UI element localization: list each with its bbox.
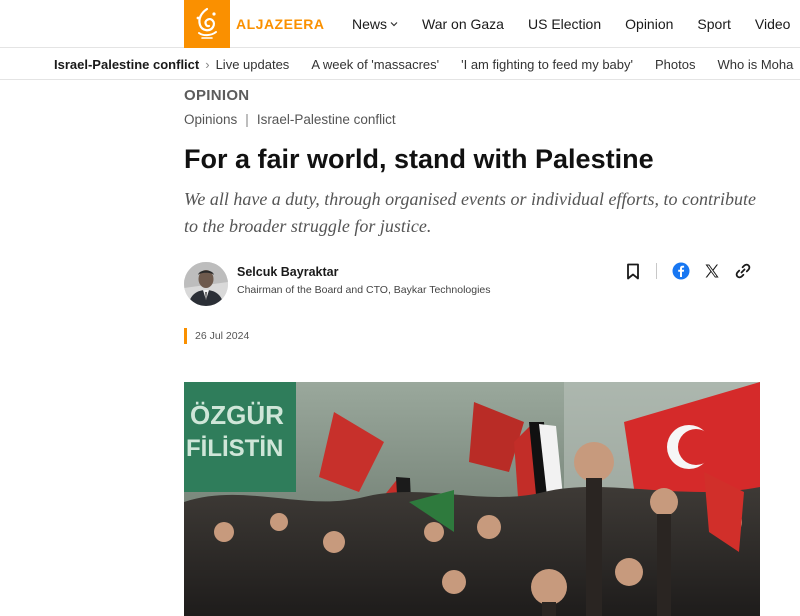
date-text: 26 Jul 2024	[195, 330, 250, 342]
nav-item-label: News	[352, 16, 388, 32]
nav-item-news[interactable]: News	[352, 16, 398, 32]
bookmark-icon[interactable]	[622, 262, 644, 280]
sign-text-2: FİLİSTİN	[186, 435, 283, 462]
nav-item-opinion[interactable]: Opinion	[625, 16, 673, 32]
breadcrumb-opinions[interactable]: Opinions	[184, 112, 237, 127]
x-icon[interactable]	[701, 262, 723, 280]
topic-title[interactable]: Israel-Palestine conflict	[54, 57, 199, 72]
date-accent-bar	[184, 328, 187, 344]
chevron-down-icon	[390, 19, 398, 29]
top-navigation: ALJAZEERA News War on Gaza US Election O…	[0, 0, 800, 48]
breadcrumb-israel-palestine[interactable]: Israel-Palestine conflict	[257, 112, 396, 127]
topic-bar: Israel-Palestine conflict › Live updates…	[0, 48, 800, 80]
article-headline: For a fair world, stand with Palestine	[184, 144, 654, 174]
nav-item-war-on-gaza[interactable]: War on Gaza	[422, 16, 504, 32]
link-icon[interactable]	[732, 262, 754, 280]
protest-photo: ÖZGÜR FİLİSTİN	[184, 382, 760, 616]
logo-mark-icon	[184, 0, 230, 48]
topic-link-week-of-massacres[interactable]: A week of 'massacres'	[311, 57, 439, 72]
nav-item-us-election[interactable]: US Election	[528, 16, 601, 32]
hero-image[interactable]: ÖZGÜR FİLİSTİN	[184, 382, 760, 616]
author-name[interactable]: Selcuk Bayraktar	[237, 265, 338, 279]
share-toolbar	[613, 262, 754, 280]
article-standfirst: We all have a duty, through organised ev…	[184, 189, 756, 236]
logo-wordmark: ALJAZEERA	[236, 16, 325, 32]
topic-link-who-is[interactable]: Who is Moha	[717, 57, 793, 72]
breadcrumb: Opinions | Israel-Palestine conflict	[184, 112, 396, 127]
chevron-right-icon: ›	[205, 56, 210, 72]
aljazeera-logo[interactable]: ALJAZEERA	[184, 0, 325, 48]
byline: Selcuk Bayraktar Chairman of the Board a…	[184, 262, 754, 308]
author-role: Chairman of the Board and CTO, Baykar Te…	[237, 284, 491, 296]
author-avatar[interactable]	[184, 262, 228, 306]
section-kicker[interactable]: OPINION	[184, 87, 249, 104]
sign-text-1: ÖZGÜR	[190, 400, 284, 430]
publish-date: 26 Jul 2024	[184, 328, 249, 344]
topic-link-photos[interactable]: Photos	[655, 57, 695, 72]
topic-link-feed-my-baby[interactable]: 'I am fighting to feed my baby'	[461, 57, 633, 72]
main-nav: News War on Gaza US Election Opinion Spo…	[352, 0, 800, 48]
nav-item-sport[interactable]: Sport	[697, 16, 730, 32]
topic-link-live-updates[interactable]: Live updates	[216, 57, 290, 72]
nav-item-video[interactable]: Video	[755, 16, 791, 32]
share-divider	[656, 263, 657, 279]
breadcrumb-separator: |	[245, 112, 249, 127]
facebook-icon[interactable]	[670, 262, 692, 280]
